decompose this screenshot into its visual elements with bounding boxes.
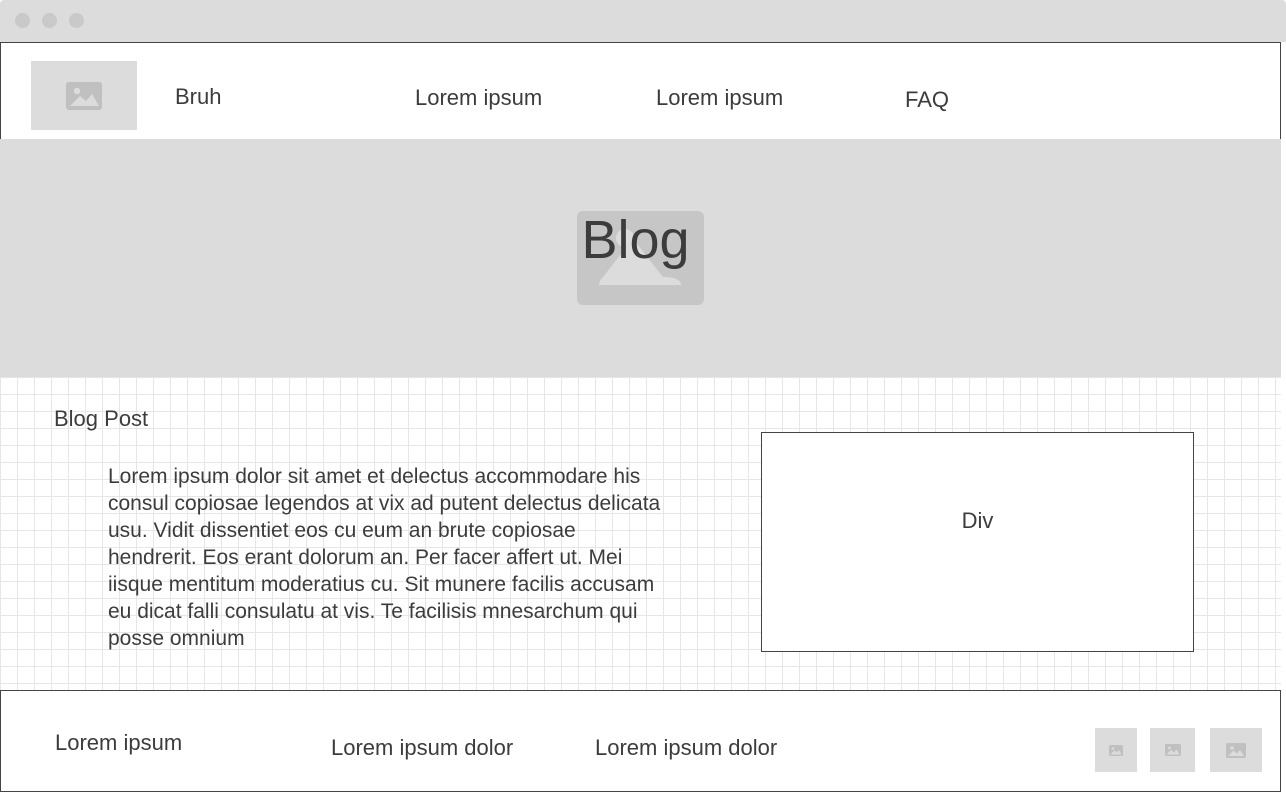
social-icon-3[interactable] bbox=[1210, 728, 1262, 772]
social-icon-1[interactable] bbox=[1095, 728, 1137, 772]
hero-banner: Blog bbox=[0, 139, 1281, 377]
social-icon-2[interactable] bbox=[1150, 728, 1195, 772]
div-box: Div bbox=[761, 432, 1194, 652]
maximize-window-dot[interactable] bbox=[69, 13, 84, 28]
div-label: Div bbox=[961, 508, 994, 533]
content-section: Blog Post Lorem ipsum dolor sit amet et … bbox=[0, 377, 1281, 690]
window-titlebar bbox=[0, 0, 1286, 42]
nav-item-lorem-ipsum-1[interactable]: Lorem ipsum bbox=[415, 85, 542, 111]
logo-placeholder[interactable] bbox=[31, 61, 137, 130]
image-icon bbox=[1109, 744, 1123, 756]
navbar: Bruh Lorem ipsum Lorem ipsum FAQ bbox=[0, 42, 1281, 139]
post-heading: Blog Post bbox=[54, 406, 149, 431]
footer-link-3[interactable]: Lorem ipsum dolor bbox=[595, 735, 777, 761]
minimize-window-dot[interactable] bbox=[42, 13, 57, 28]
nav-item-bruh[interactable]: Bruh bbox=[175, 84, 221, 110]
image-icon bbox=[66, 81, 102, 110]
footer-link-1[interactable]: Lorem ipsum bbox=[55, 730, 182, 756]
footer-link-2[interactable]: Lorem ipsum dolor bbox=[331, 735, 513, 761]
nav-item-faq[interactable]: FAQ bbox=[905, 87, 949, 113]
nav-item-lorem-ipsum-2[interactable]: Lorem ipsum bbox=[656, 85, 783, 111]
footer: Lorem ipsum Lorem ipsum dolor Lorem ipsu… bbox=[0, 690, 1281, 792]
image-icon bbox=[1226, 742, 1246, 758]
post-body: Lorem ipsum dolor sit amet et delectus a… bbox=[108, 465, 661, 650]
close-window-dot[interactable] bbox=[15, 13, 30, 28]
image-icon bbox=[1164, 744, 1181, 756]
hero-title: Blog bbox=[581, 210, 690, 270]
